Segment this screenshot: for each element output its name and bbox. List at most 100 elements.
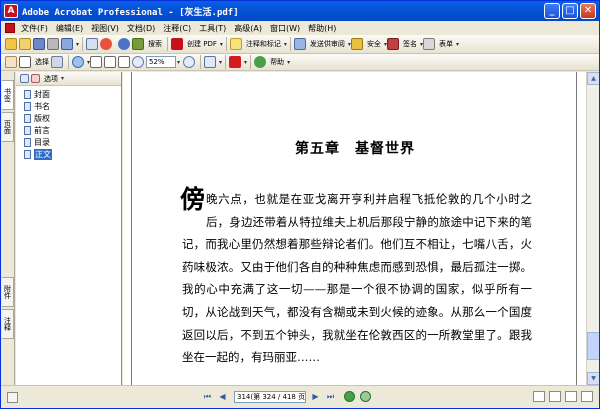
basic-toolbar: 选择 ▾ 52% ▾ ▾ ▾ 帮助 ▾ xyxy=(1,54,599,71)
scroll-down-arrow[interactable]: ▼ xyxy=(587,372,599,385)
single-page-icon[interactable] xyxy=(533,391,545,402)
hand-tool-icon[interactable] xyxy=(5,56,17,68)
bookmark-cover[interactable]: 封面 xyxy=(24,88,121,100)
menu-edit[interactable]: 编辑(E) xyxy=(52,23,87,34)
bookmark-label: 版权 xyxy=(34,113,50,123)
facing-icon[interactable] xyxy=(565,391,577,402)
document-menu-icon[interactable] xyxy=(5,23,15,33)
zoom-in-icon[interactable] xyxy=(72,56,84,68)
acrobat-window: A Adobe Acrobat Professional - [灰生活.pdf]… xyxy=(0,0,600,409)
last-page-button[interactable]: ⏭ xyxy=(324,390,337,403)
first-page-button[interactable]: ⏮ xyxy=(201,390,214,403)
chevron-down-icon[interactable]: ▾ xyxy=(219,59,222,66)
forms-button[interactable]: 表单 xyxy=(437,37,455,52)
window-title: Adobe Acrobat Professional - [灰生活.pdf] xyxy=(22,7,239,18)
scroll-up-arrow[interactable]: ▲ xyxy=(587,72,599,85)
menu-tools[interactable]: 工具(T) xyxy=(195,23,230,34)
close-button[interactable]: ✕ xyxy=(580,3,596,19)
vertical-scrollbar[interactable]: ▲ ▼ xyxy=(586,72,599,385)
bookmark-contents[interactable]: 目录 xyxy=(24,136,121,148)
send-for-review-button[interactable]: 发送供审阅 xyxy=(308,37,347,52)
sign-button[interactable]: 签名 xyxy=(401,37,419,52)
toolbar-separator xyxy=(68,55,69,69)
fit-page-icon[interactable] xyxy=(104,56,117,68)
continuous-facing-icon[interactable] xyxy=(581,391,593,402)
browser-icon[interactable] xyxy=(100,38,113,50)
open-folder-icon[interactable] xyxy=(5,38,17,50)
rotate-icon[interactable] xyxy=(204,56,217,68)
go-back-icon[interactable] xyxy=(344,391,355,402)
bookmark-icon xyxy=(24,113,31,123)
help-icon xyxy=(254,56,267,68)
yahoo-icon[interactable] xyxy=(229,56,242,68)
form-icon xyxy=(422,38,435,50)
maximize-button[interactable]: □ xyxy=(562,3,578,19)
bookmark-main-text[interactable]: 正文 xyxy=(24,148,121,160)
search-button[interactable]: 搜索 xyxy=(146,37,164,52)
bookmark-label: 目录 xyxy=(34,137,50,147)
chevron-down-icon[interactable]: ▾ xyxy=(287,59,290,66)
menu-help[interactable]: 帮助(H) xyxy=(304,23,340,34)
print-icon[interactable] xyxy=(47,38,59,50)
select-tool-button[interactable]: 选择 xyxy=(33,55,51,70)
tab-attachments[interactable]: 附件 xyxy=(2,277,14,307)
previous-page-button[interactable]: ◀ xyxy=(216,390,229,403)
chevron-down-icon[interactable]: ▾ xyxy=(177,59,180,66)
bookmark-copyright[interactable]: 版权 xyxy=(24,112,121,124)
zoom-in-small-icon[interactable] xyxy=(183,56,196,68)
chevron-down-icon[interactable]: ▾ xyxy=(220,41,223,48)
search-icon[interactable] xyxy=(132,38,145,50)
menu-document[interactable]: 文档(D) xyxy=(123,23,159,34)
toolbar-separator xyxy=(250,55,252,69)
secure-button[interactable]: 安全 xyxy=(365,37,383,52)
globe-icon[interactable] xyxy=(118,38,131,50)
snapshot-icon[interactable] xyxy=(51,56,63,68)
open-icon[interactable] xyxy=(19,38,31,50)
continuous-icon[interactable] xyxy=(549,391,561,402)
create-pdf-button[interactable]: 创建 PDF xyxy=(185,37,219,52)
delete-bookmark-icon[interactable] xyxy=(31,74,40,83)
link-icon[interactable] xyxy=(86,38,99,50)
comment-markup-button[interactable]: 注释和标记 xyxy=(244,37,283,52)
chevron-down-icon[interactable]: ▾ xyxy=(284,41,287,48)
create-pdf-icon xyxy=(171,38,184,50)
chevron-down-icon[interactable]: ▾ xyxy=(76,41,79,48)
menu-file[interactable]: 文件(F) xyxy=(17,23,52,34)
zoom-level-input[interactable]: 52% xyxy=(146,56,177,68)
bookmark-preface[interactable]: 前言 xyxy=(24,124,121,136)
actual-size-icon[interactable] xyxy=(90,56,103,68)
go-forward-icon[interactable] xyxy=(360,391,371,402)
document-view[interactable]: 第五章 基督世界 傍晚六点，也就是在亚戈离开亨利并启程飞抵伦敦的几个小时之后，身… xyxy=(123,72,586,385)
new-bookmark-icon[interactable] xyxy=(20,74,29,83)
chevron-down-icon[interactable]: ▾ xyxy=(456,41,459,48)
minimize-button[interactable]: _ xyxy=(544,3,560,19)
chevron-down-icon[interactable]: ▾ xyxy=(244,59,247,66)
bookmark-label: 书名 xyxy=(34,101,50,111)
page-number-field[interactable]: 314(第 324 / 418 页) xyxy=(234,390,306,403)
menu-advanced[interactable]: 高级(A) xyxy=(230,23,266,34)
bookmark-options-button[interactable]: 选项 xyxy=(42,71,60,86)
bookmarks-panel: 选项 ▾ 封面 书名 版权 前言 目录 正文 xyxy=(16,72,122,385)
menu-window[interactable]: 窗口(W) xyxy=(266,23,304,34)
bookmark-label: 前言 xyxy=(34,125,50,135)
menu-view[interactable]: 视图(V) xyxy=(87,23,123,34)
save-icon[interactable] xyxy=(33,38,45,50)
acrobat-app-icon: A xyxy=(4,4,18,18)
chapter-title: 第五章 基督世界 xyxy=(295,141,415,157)
tab-bookmarks[interactable]: 书签 xyxy=(2,80,14,110)
fit-width-icon[interactable] xyxy=(118,56,131,68)
tab-pages[interactable]: 页面 xyxy=(2,112,14,142)
next-page-button[interactable]: ▶ xyxy=(309,390,322,403)
help-button[interactable]: 帮助 xyxy=(268,55,286,70)
scroll-thumb[interactable] xyxy=(587,332,599,360)
menu-comments[interactable]: 注释(C) xyxy=(159,23,195,34)
page-navigation: ⏮ ◀ 314(第 324 / 418 页) ▶ ⏭ xyxy=(201,390,371,403)
email-icon[interactable] xyxy=(61,38,73,50)
page-size-icon[interactable] xyxy=(7,392,18,403)
bookmark-icon xyxy=(24,137,31,147)
bookmark-title[interactable]: 书名 xyxy=(24,100,121,112)
tab-comments[interactable]: 注释 xyxy=(2,309,14,339)
chevron-down-icon[interactable]: ▾ xyxy=(61,75,64,82)
zoom-out-icon[interactable] xyxy=(132,56,145,68)
title-bar[interactable]: A Adobe Acrobat Professional - [灰生活.pdf]… xyxy=(1,1,599,21)
